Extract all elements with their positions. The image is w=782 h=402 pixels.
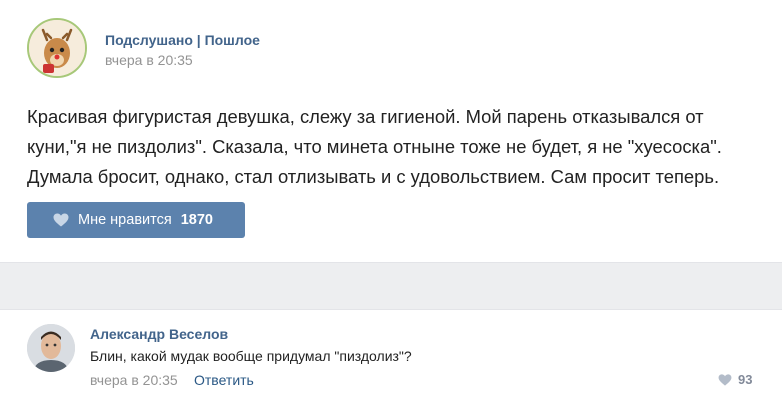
heart-icon — [718, 373, 732, 386]
like-button[interactable]: Мне нравится 1870 — [27, 202, 245, 238]
post-text-line: Красивая фигуристая девушка, слежу за ги… — [27, 106, 704, 127]
comment-like-count: 93 — [738, 372, 753, 387]
reply-button[interactable]: Ответить — [194, 372, 254, 388]
comment-text: Блин, какой мудак вообще придумал "пиздо… — [90, 348, 412, 364]
post-text: Красивая фигуристая девушка, слежу за ги… — [27, 102, 747, 192]
comment-like-button[interactable]: 93 — [718, 372, 752, 387]
post-text-line: Думала бросит, однако, стал отлизывать и… — [27, 166, 720, 187]
like-count: 1870 — [180, 212, 213, 228]
user-photo-icon — [27, 324, 75, 372]
heart-icon — [53, 213, 69, 227]
commenter-avatar[interactable] — [27, 324, 75, 372]
group-avatar[interactable] — [27, 18, 87, 78]
section-divider — [0, 262, 782, 310]
like-label: Мне нравится — [78, 212, 172, 228]
comment-author-link[interactable]: Александр Веселов — [90, 326, 228, 342]
comment-timestamp[interactable]: вчера в 20:35 — [90, 372, 178, 388]
deer-logo-icon — [29, 20, 85, 76]
group-name-link[interactable]: Подслушано | Пошлое — [105, 32, 260, 48]
comment-item: Александр Веселов Блин, какой мудак вооб… — [0, 310, 782, 402]
post-text-line: куни,"я не пиздолиз". Сказала, что минет… — [27, 136, 722, 157]
post-timestamp[interactable]: вчера в 20:35 — [105, 52, 193, 68]
post-card: Подслушано | Пошлое вчера в 20:35 Красив… — [0, 0, 782, 262]
